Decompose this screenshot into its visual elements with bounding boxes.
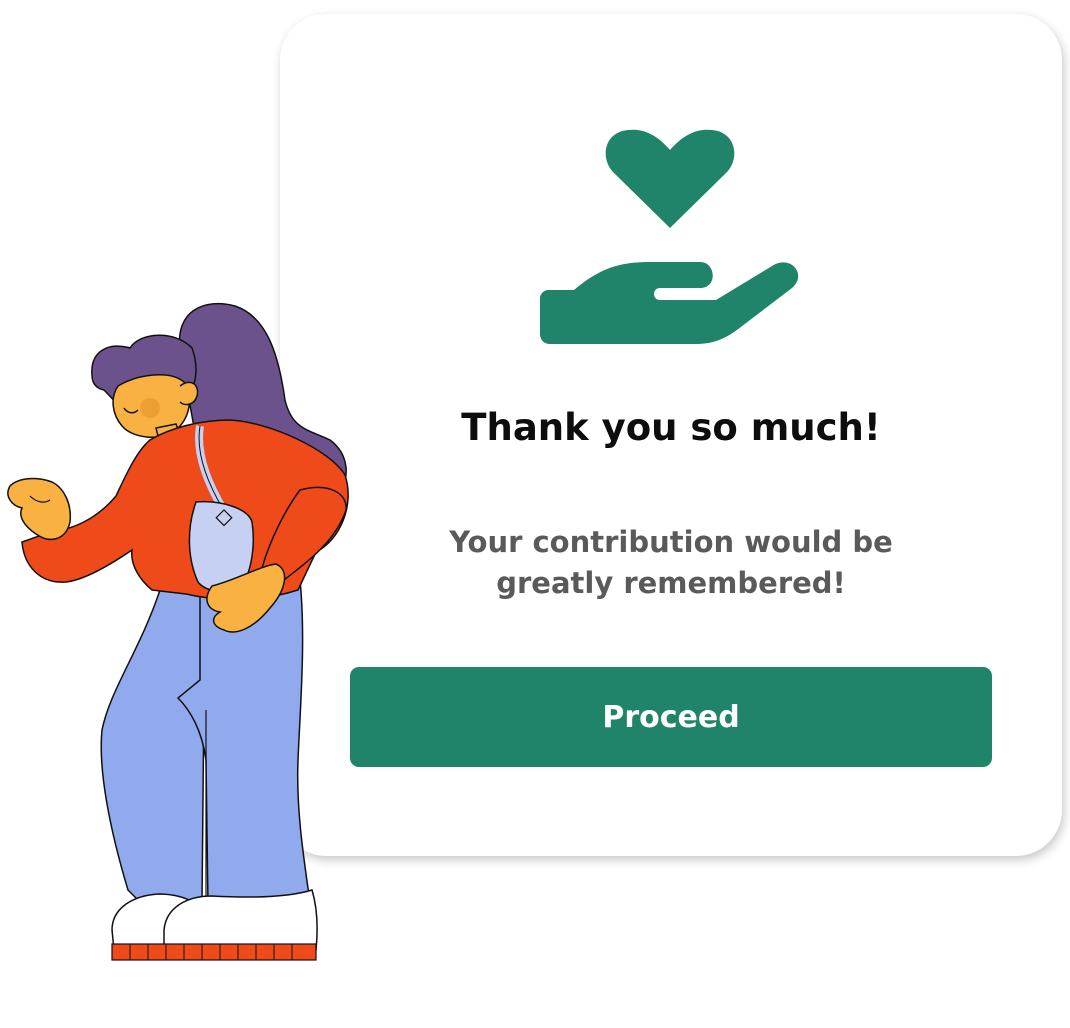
thank-you-screen: Thank you so much! Your contribution wou… (0, 0, 1070, 1028)
heart-in-hand-icon (540, 129, 799, 344)
thank-you-message: Your contribution would be greatly remem… (449, 525, 893, 600)
thank-you-title: Thank you so much! (461, 406, 881, 449)
proceed-button[interactable]: Proceed (350, 667, 992, 767)
woman-with-bag-illustration (7, 302, 349, 961)
